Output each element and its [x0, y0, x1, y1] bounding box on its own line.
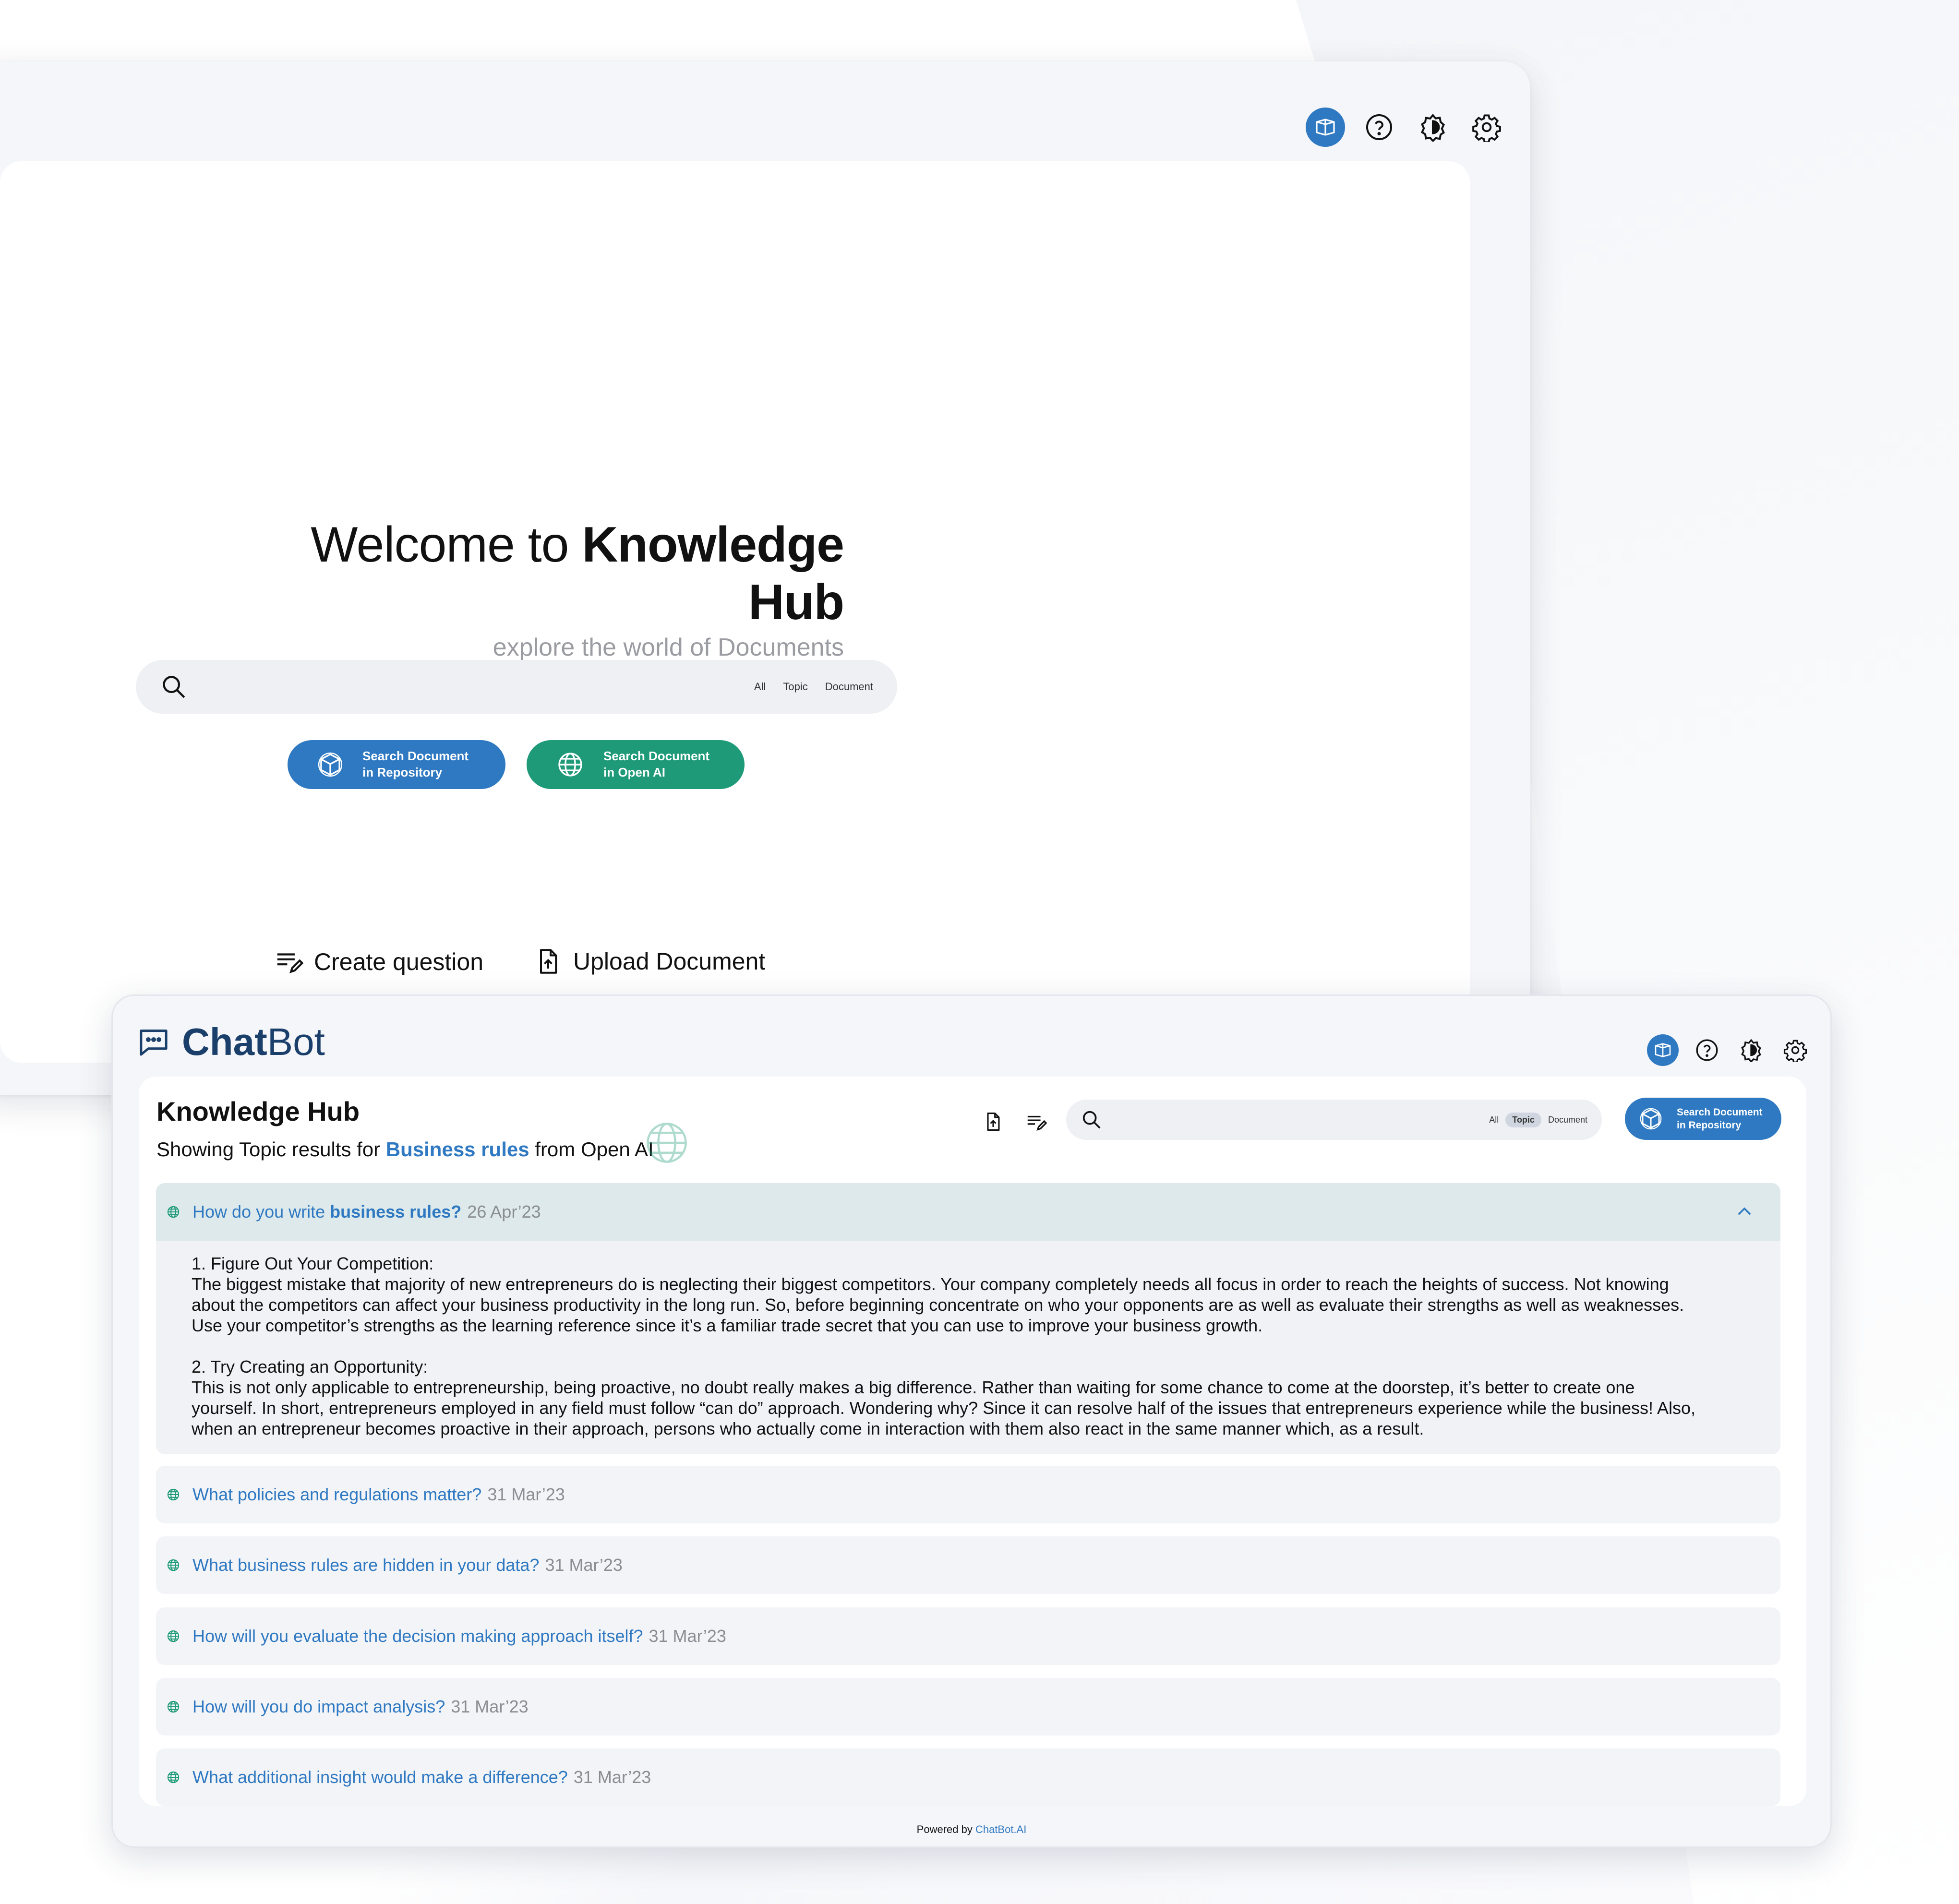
repo-button-line2: in Repository — [362, 765, 443, 779]
search-openai-button[interactable]: Search Document in Open AI — [527, 740, 745, 789]
welcome-window: Welcome to Knowledge Hub explore the wor… — [0, 61, 1530, 1095]
question-date: 31 Mar’23 — [573, 1767, 651, 1787]
chat-top-toolbar — [1647, 1034, 1811, 1066]
edit-list-icon — [274, 947, 303, 977]
filter-document[interactable]: Document — [825, 681, 873, 693]
chatbot-logo: ChatBot — [138, 1020, 325, 1064]
question-date: 26 Apr’23 — [467, 1202, 541, 1221]
globe-icon — [167, 1205, 180, 1219]
edit-list-icon[interactable] — [1025, 1111, 1047, 1133]
globe-icon — [167, 1488, 180, 1501]
filter-topic[interactable]: Topic — [783, 681, 807, 693]
search-repository-button[interactable]: Search Document in Repository — [1625, 1098, 1781, 1140]
repo-button-line1: Search Document — [1677, 1106, 1763, 1118]
answer-1-title: 1. Figure Out Your Competition: — [192, 1254, 434, 1273]
logo-bot: Bot — [267, 1020, 325, 1063]
globe-icon — [556, 751, 584, 778]
welcome-subtitle: explore the world of Documents — [493, 634, 844, 662]
globe-watermark-icon — [643, 1119, 691, 1167]
settings-icon[interactable] — [1779, 1034, 1811, 1066]
results-subtitle: Showing Topic results for Business rules… — [156, 1138, 654, 1161]
filter-all[interactable]: All — [1489, 1115, 1499, 1125]
knowledge-book-icon[interactable] — [1647, 1034, 1679, 1066]
knowledge-book-icon[interactable] — [1306, 108, 1345, 147]
chat-results-panel: Knowledge Hub Showing Topic results for … — [139, 1077, 1806, 1806]
answer-1-body: The biggest mistake that majority of new… — [192, 1274, 1684, 1335]
qa-item[interactable]: What additional insight would make a dif… — [156, 1748, 1780, 1806]
upload-document-label: Upload Document — [573, 948, 766, 975]
filter-topic-active[interactable]: Topic — [1505, 1112, 1541, 1127]
qa-item[interactable]: What business rules are hidden in your d… — [156, 1536, 1780, 1594]
chevron-up-icon[interactable] — [1734, 1202, 1755, 1222]
create-question-button[interactable]: Create question — [274, 947, 483, 977]
logo-chat: Chat — [182, 1020, 267, 1063]
upload-document-button[interactable]: Upload Document — [534, 947, 765, 976]
answer-body: 1. Figure Out Your Competition: The bigg… — [156, 1241, 1780, 1454]
brightness-icon[interactable] — [1413, 108, 1453, 147]
repo-button-line1: Search Document — [362, 749, 469, 764]
question-text: How will you evaluate the decision makin… — [192, 1626, 643, 1646]
chat-search-bar[interactable]: All Topic Document — [1066, 1100, 1602, 1140]
answer-2-title: 2. Try Creating an Opportunity: — [192, 1357, 428, 1377]
qa-item[interactable]: How will you do impact analysis? 31 Mar’… — [156, 1678, 1780, 1736]
qa-question-row[interactable]: How do you write business rules? 26 Apr’… — [156, 1183, 1780, 1241]
question-text: What additional insight would make a dif… — [192, 1767, 568, 1787]
chatbot-window: ChatBot Knowledge Hub Showing Topic resu… — [111, 994, 1832, 1848]
repo-button-line2: in Repository — [1677, 1120, 1742, 1131]
question-date: 31 Mar’23 — [451, 1697, 529, 1716]
question-text: What business rules are hidden in your d… — [192, 1555, 540, 1575]
create-question-label: Create question — [314, 948, 484, 975]
help-icon[interactable] — [1691, 1034, 1723, 1066]
question-date: 31 Mar’23 — [545, 1555, 623, 1575]
top-toolbar — [1306, 108, 1506, 147]
globe-icon — [167, 1771, 180, 1784]
question-date: 31 Mar’23 — [487, 1485, 565, 1504]
powered-by-footer: Powered by ChatBot.AI — [916, 1823, 1027, 1835]
question-date: 31 Mar’23 — [649, 1626, 726, 1646]
chat-icon — [138, 1026, 169, 1058]
upload-file-icon[interactable] — [983, 1111, 1004, 1132]
help-icon[interactable] — [1359, 108, 1399, 147]
welcome-panel: Welcome to Knowledge Hub explore the wor… — [0, 161, 1470, 1063]
welcome-heading: Welcome to Knowledge Hub explore the wor… — [210, 516, 844, 662]
question-text: How will you do impact analysis? — [192, 1697, 445, 1716]
footer-brand-link[interactable]: ChatBot.AI — [975, 1823, 1026, 1835]
globe-icon — [167, 1558, 180, 1572]
globe-icon — [167, 1629, 180, 1643]
cube-icon — [317, 752, 343, 778]
main-search-bar[interactable]: All Topic Document — [136, 660, 897, 714]
filter-all[interactable]: All — [754, 681, 766, 693]
question-text: What policies and regulations matter? — [192, 1485, 482, 1504]
globe-icon — [167, 1700, 180, 1713]
search-filters: All Topic Document — [754, 681, 873, 693]
qa-item[interactable]: How will you evaluate the decision makin… — [156, 1607, 1780, 1665]
settings-icon[interactable] — [1467, 108, 1506, 147]
brightness-icon[interactable] — [1735, 1034, 1767, 1066]
openai-button-line1: Search Document — [603, 749, 710, 764]
welcome-title: Welcome to Knowledge Hub — [311, 517, 844, 630]
answer-2-body: This is not only applicable to entrepren… — [192, 1377, 1696, 1438]
search-icon — [1081, 1109, 1103, 1131]
search-filters: All Topic Document — [1489, 1112, 1587, 1127]
question-text: How do you write business rules? — [192, 1202, 462, 1221]
openai-button-line2: in Open AI — [603, 765, 666, 779]
page-title: Knowledge Hub — [156, 1096, 360, 1126]
search-icon — [160, 673, 188, 701]
filter-document[interactable]: Document — [1548, 1115, 1587, 1125]
cube-icon — [1639, 1107, 1662, 1130]
search-term: Business rules — [385, 1138, 529, 1161]
qa-item-expanded: How do you write business rules? 26 Apr’… — [156, 1183, 1780, 1454]
qa-item[interactable]: What policies and regulations matter? 31… — [156, 1466, 1780, 1523]
upload-file-icon — [534, 947, 563, 976]
search-repository-button[interactable]: Search Document in Repository — [288, 740, 505, 789]
